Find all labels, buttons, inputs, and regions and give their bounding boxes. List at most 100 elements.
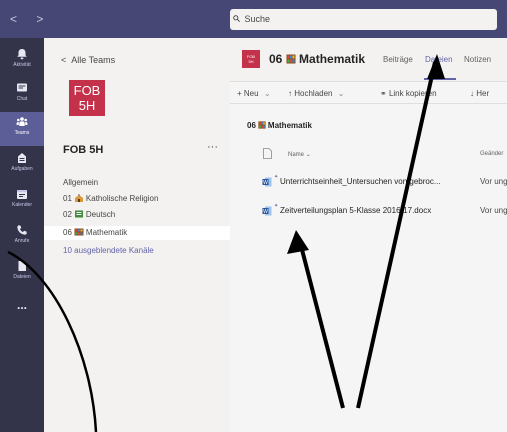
team-more-options[interactable]: ··· <box>207 141 218 153</box>
channel-content: FOB 5H 06 Mathematik Beiträge Dateien No… <box>230 38 507 432</box>
search-icon <box>233 14 242 24</box>
breadcrumb-prefix: 06 <box>247 121 256 130</box>
breadcrumb-name: Mathematik <box>267 121 312 130</box>
svg-text:W: W <box>263 209 268 215</box>
channel-deutsch[interactable]: 02 Deutsch <box>63 210 115 219</box>
back-forward-arrows[interactable]: < > <box>10 12 51 26</box>
upload-icon: ↑ <box>288 89 292 98</box>
link-icon: ⚭ <box>380 89 387 98</box>
rail-label-files: Dateien <box>13 274 31 280</box>
rail-label-calendar: Kalender <box>11 202 32 208</box>
chat-icon <box>17 83 27 92</box>
calendar-icon <box>17 190 27 199</box>
channel-name: Mathematik <box>85 228 128 237</box>
teams-panel: < Alle Teams FOB 5H FOB 5H ··· Allgemein … <box>44 38 230 432</box>
file-type-header-icon <box>263 148 272 159</box>
channel-avatar-line2: 5H <box>248 59 254 64</box>
hidden-channels-link[interactable]: 10 ausgeblendete Kanäle <box>63 246 154 255</box>
abacus-icon <box>258 121 266 129</box>
channel-header: FOB 5H 06 Mathematik Beiträge Dateien No… <box>230 38 507 82</box>
team-avatar: FOB 5H <box>69 80 105 116</box>
channel-name: Katholische Religion <box>85 194 159 203</box>
files-icon <box>18 261 26 271</box>
word-file-icon: W <box>262 206 272 216</box>
channel-label: Allgemein <box>63 178 99 187</box>
team-avatar-line1: FOB <box>73 83 101 98</box>
team-avatar-line2: 5H <box>78 98 96 113</box>
rail-label-assignments: Aufgaben <box>11 166 33 172</box>
tab-notes[interactable]: Notizen <box>464 55 491 64</box>
channel-prefix: 06 <box>63 228 72 237</box>
new-file-marker-icon: ✦ <box>274 203 279 209</box>
abacus-icon <box>74 228 84 236</box>
team-name: FOB 5H <box>63 144 104 156</box>
chevron-left-icon: < <box>61 55 67 65</box>
chevron-down-icon: ⌄ <box>337 89 345 98</box>
chevron-down-icon: ⌄ <box>263 89 271 98</box>
rail-item-chat[interactable]: Chat <box>0 78 44 112</box>
breadcrumb: 06 Mathematik <box>247 121 312 130</box>
channel-title: 06 Mathematik <box>269 52 365 66</box>
download-button[interactable]: ↓ Her <box>470 89 489 98</box>
new-file-marker-icon: ✦ <box>274 174 279 180</box>
download-label: Her <box>476 89 490 98</box>
rail-label-activity: Aktivität <box>13 62 31 68</box>
tab-label: Beiträge <box>383 55 413 64</box>
assignments-icon <box>18 153 26 163</box>
file-modified: Vor ung <box>480 206 507 215</box>
tab-label: Dateien <box>425 55 453 64</box>
bell-icon <box>17 49 27 60</box>
upload-label: Hochladen <box>294 89 333 98</box>
command-bar: + Neu ⌄ ↑ Hochladen ⌄ ⚭ Link kopieren ↓ … <box>230 82 507 104</box>
column-name-label: Name <box>288 152 305 158</box>
column-modified-header[interactable]: Geänder <box>480 151 503 157</box>
file-row[interactable]: W ✦ Unterrichtseinheit_Untersuchen von g… <box>230 174 507 192</box>
book-icon <box>74 210 83 218</box>
channel-title-prefix: 06 <box>269 52 283 66</box>
rail-item-calls[interactable]: Anrufe <box>0 220 44 254</box>
rail-label-teams: Teams <box>14 130 30 136</box>
teams-app-window: < > Suche Aktivität Chat Teams Aufgaben <box>0 0 507 432</box>
channel-name: Deutsch <box>85 210 116 219</box>
rail-item-more[interactable]: ... <box>0 296 44 330</box>
tab-files[interactable]: Dateien <box>425 55 453 64</box>
sort-chevron-icon: ⌄ <box>305 152 311 158</box>
channel-religion[interactable]: 01 Katholische Religion <box>63 194 158 203</box>
channel-mathematik[interactable]: 06 Mathematik <box>63 228 127 237</box>
file-row[interactable]: W ✦ Zeitverteilungsplan 5-Klasse 2016-17… <box>230 203 507 221</box>
tab-posts[interactable]: Beiträge <box>383 55 413 64</box>
channel-team-avatar: FOB 5H <box>242 50 260 68</box>
back-forward-label[interactable]: < > <box>10 12 51 26</box>
copy-link-button[interactable]: ⚭ Link kopieren <box>380 89 437 98</box>
column-name-header[interactable]: Name ⌄ <box>288 151 311 158</box>
file-name[interactable]: Zeitverteilungsplan 5-Klasse 2016-17.doc… <box>280 206 475 215</box>
more-icon: ... <box>16 298 27 312</box>
channel-prefix: 02 <box>63 210 72 219</box>
phone-icon <box>17 225 27 235</box>
tab-label: Notizen <box>464 55 492 64</box>
all-teams-link[interactable]: < Alle Teams <box>61 55 115 65</box>
column-modified-label: Geänder <box>480 151 504 157</box>
upload-button[interactable]: ↑ Hochladen ⌄ <box>288 89 344 98</box>
new-button[interactable]: + Neu ⌄ <box>237 89 271 98</box>
rail-item-files[interactable]: Dateien <box>0 256 44 290</box>
rail-label-chat: Chat <box>16 96 28 102</box>
file-name[interactable]: Unterrichtseinheit_Untersuchen von gebro… <box>280 177 475 186</box>
rail-item-assignments[interactable]: Aufgaben <box>0 148 44 182</box>
rail-item-calendar[interactable]: Kalender <box>0 184 44 218</box>
rail-item-activity[interactable]: Aktivität <box>0 44 44 78</box>
copy-link-label: Link kopieren <box>388 89 437 98</box>
word-file-icon: W <box>262 177 272 187</box>
rail-label-calls: Anrufe <box>14 238 30 244</box>
active-tab-indicator <box>424 78 456 80</box>
abacus-icon <box>286 54 296 64</box>
channel-allgemein[interactable]: Allgemein <box>63 178 98 187</box>
new-label: + Neu <box>237 89 259 98</box>
rail-item-teams[interactable]: Teams <box>0 112 44 146</box>
channel-title-name: Mathematik <box>299 52 366 66</box>
download-icon: ↓ <box>470 89 474 98</box>
search-input[interactable]: Suche <box>230 9 497 30</box>
all-teams-label: Alle Teams <box>71 55 116 65</box>
church-icon <box>74 194 83 202</box>
search-placeholder: Suche <box>244 14 271 24</box>
